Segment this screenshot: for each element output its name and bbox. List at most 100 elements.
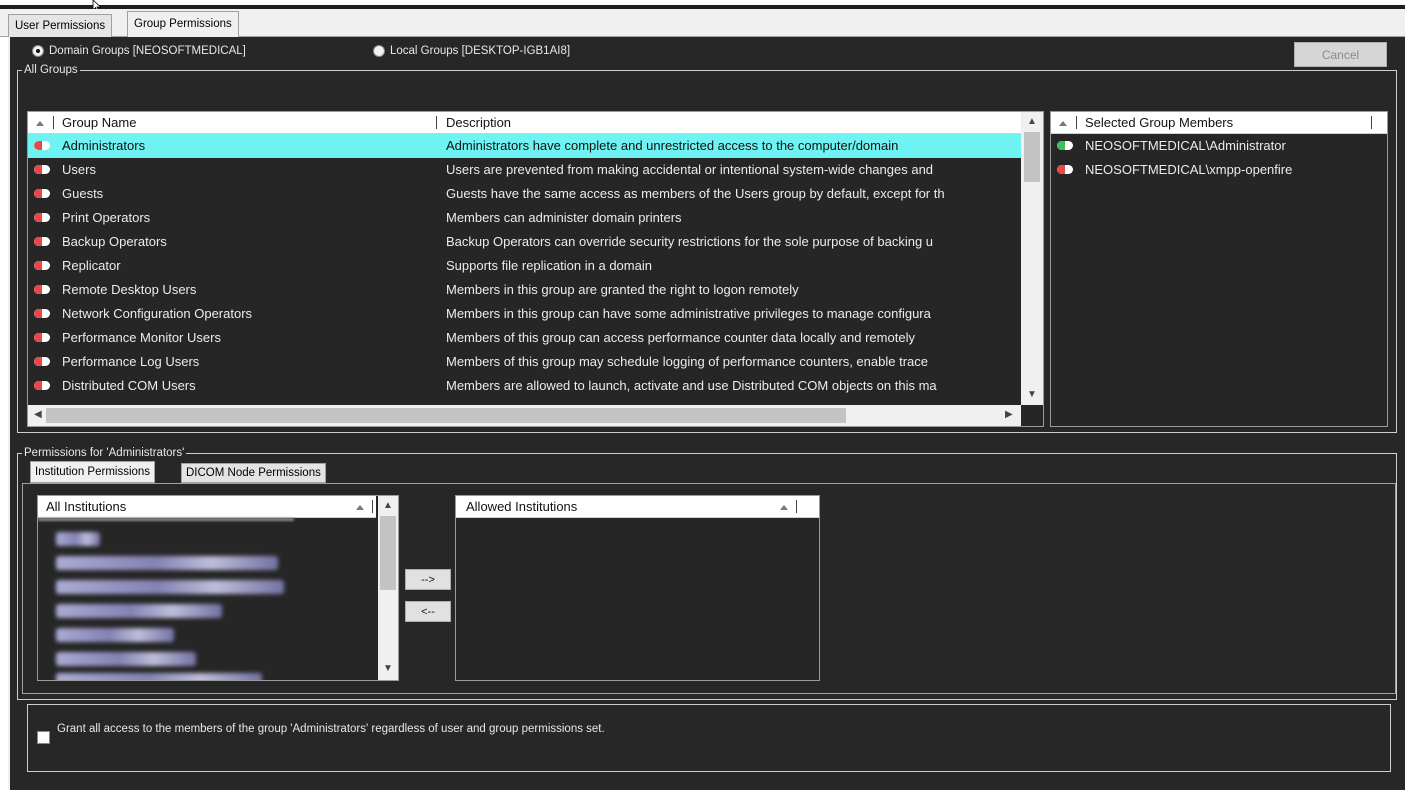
scroll-thumb[interactable] <box>380 516 396 590</box>
tab-dicom-node-permissions[interactable]: DICOM Node Permissions <box>181 463 326 483</box>
sort-up-icon <box>356 505 364 510</box>
all-groups-legend: All Groups <box>22 63 80 77</box>
group-name: Network Configuration Operators <box>62 306 253 321</box>
institution-item-redacted[interactable] <box>56 652 196 666</box>
institution-item-redacted[interactable] <box>56 628 174 642</box>
group-row[interactable]: Users Users are prevented from making acc… <box>28 158 1021 182</box>
grant-all-access-checkbox[interactable] <box>37 731 50 744</box>
tab-user-permissions[interactable]: User Permissions <box>8 14 113 37</box>
local-groups-radio[interactable]: Local Groups [DESKTOP-IGB1AI8] <box>373 45 570 57</box>
group-description: Members in this group can have some admi… <box>446 306 931 321</box>
group-status-icon <box>34 357 50 366</box>
group-description: Members are allowed to launch, activate … <box>446 378 937 393</box>
institution-item-redacted[interactable] <box>56 556 278 570</box>
group-status-icon <box>34 285 50 294</box>
column-all-institutions[interactable]: All Institutions <box>46 496 126 518</box>
group-row[interactable]: Administrators Administrators have comple… <box>28 134 1021 158</box>
scroll-up-icon[interactable]: ▲ <box>383 501 393 511</box>
group-status-icon <box>34 141 50 150</box>
sort-up-icon <box>780 505 788 510</box>
group-description: Backup Operators can override security r… <box>446 234 934 249</box>
group-list-vscroll[interactable]: ▲ ▼ <box>1021 112 1043 405</box>
group-name: Distributed COM Users <box>62 378 196 393</box>
scroll-left-icon[interactable]: ◀ <box>34 410 42 420</box>
allowed-institutions-header: Allowed Institutions <box>456 496 819 518</box>
permissions-legend: Permissions for 'Administrators' <box>22 446 187 460</box>
group-status-icon <box>34 237 50 246</box>
member-status-green-icon <box>1057 141 1073 150</box>
cancel-button[interactable]: Cancel <box>1294 42 1387 67</box>
all-institutions-list[interactable]: All Institutions ▲ ▼ <box>37 495 399 681</box>
member-status-red-icon <box>1057 165 1073 174</box>
sort-up-icon <box>36 121 44 126</box>
add-institution-button[interactable]: --> <box>405 569 451 590</box>
radio-selected-icon <box>32 45 44 57</box>
group-description: Members can administer domain printers <box>446 210 682 225</box>
scroll-down-icon[interactable]: ▼ <box>383 664 393 674</box>
scroll-down-icon[interactable]: ▼ <box>1027 390 1037 400</box>
all-institutions-header: All Institutions <box>38 496 376 518</box>
tab-institution-permissions[interactable]: Institution Permissions <box>30 461 156 483</box>
group-list-header: Group Name Description <box>28 112 1043 134</box>
group-description: Users are prevented from making accident… <box>446 162 934 177</box>
sort-up-icon <box>1059 121 1067 126</box>
group-name: Backup Operators <box>62 234 167 249</box>
grant-access-group <box>27 704 1391 772</box>
grant-all-access-label: Grant all access to the members of the g… <box>57 723 605 735</box>
institutions-vscroll[interactable]: ▲ ▼ <box>378 496 398 680</box>
group-name: Users <box>62 162 96 177</box>
institution-item-redacted[interactable] <box>56 532 100 546</box>
group-description: Guests have the same access as members o… <box>446 186 945 201</box>
group-row[interactable]: Distributed COM Users Members are allowed… <box>28 374 1021 398</box>
group-status-icon <box>34 309 50 318</box>
group-list[interactable]: Group Name Description Administrators Adm… <box>27 111 1044 427</box>
members-header: Selected Group Members <box>1051 112 1387 134</box>
scroll-right-icon[interactable]: ▶ <box>1005 410 1013 420</box>
group-row[interactable]: Replicator Supports file replication in a… <box>28 254 1021 278</box>
selected-members-list[interactable]: Selected Group Members NEOSOFTMEDICAL\Ad… <box>1050 111 1388 427</box>
group-description: Supports file replication in a domain <box>446 258 652 273</box>
group-name: Performance Log Users <box>62 354 200 369</box>
group-name: Replicator <box>62 258 121 273</box>
institution-item-redacted[interactable] <box>56 673 262 680</box>
group-list-hscroll[interactable]: ◀ ▶ <box>28 405 1021 426</box>
scroll-thumb[interactable] <box>1024 132 1040 182</box>
group-name: Guests <box>62 186 104 201</box>
hscroll-thumb[interactable] <box>46 408 846 423</box>
group-description: Members of this group can access perform… <box>446 330 915 345</box>
group-description: Administrators have complete and unrestr… <box>446 138 899 153</box>
group-row[interactable]: Performance Log Users Members of this gro… <box>28 350 1021 374</box>
group-description: Members in this group are granted the ri… <box>446 282 799 297</box>
column-description[interactable]: Description <box>446 112 511 134</box>
group-status-icon <box>34 261 50 270</box>
group-name: Performance Monitor Users <box>62 330 221 345</box>
group-row[interactable]: Print Operators Members can administer do… <box>28 206 1021 230</box>
member-row[interactable]: NEOSOFTMEDICAL\Administrator <box>1051 134 1387 158</box>
column-selected-members[interactable]: Selected Group Members <box>1085 112 1233 134</box>
tab-group-permissions[interactable]: Group Permissions <box>127 11 239 38</box>
group-status-icon <box>34 381 50 390</box>
main-tab-bar: User Permissions Group Permissions <box>0 9 1405 38</box>
group-row[interactable]: Performance Monitor Users Members of this… <box>28 326 1021 350</box>
scroll-up-icon[interactable]: ▲ <box>1027 117 1037 127</box>
group-row[interactable]: Guests Guests have the same access as mem… <box>28 182 1021 206</box>
group-row[interactable]: Remote Desktop Users Members in this grou… <box>28 278 1021 302</box>
member-row[interactable]: NEOSOFTMEDICAL\xmpp-openfire <box>1051 158 1387 182</box>
allowed-institutions-list[interactable]: Allowed Institutions <box>455 495 820 681</box>
group-name: Remote Desktop Users <box>62 282 197 297</box>
group-status-icon <box>34 213 50 222</box>
group-row[interactable]: Backup Operators Backup Operators can ove… <box>28 230 1021 254</box>
domain-groups-radio[interactable]: Domain Groups [NEOSOFTMEDICAL] <box>32 45 246 57</box>
local-groups-label: Local Groups [DESKTOP-IGB1AI8] <box>390 45 571 57</box>
group-name: Administrators <box>62 138 146 153</box>
column-allowed-institutions[interactable]: Allowed Institutions <box>466 496 577 518</box>
radio-unselected-icon <box>373 45 385 57</box>
group-row[interactable]: Network Configuration Operators Members i… <box>28 302 1021 326</box>
group-name: Print Operators <box>62 210 151 225</box>
group-description: Members of this group may schedule loggi… <box>446 354 928 369</box>
remove-institution-button[interactable]: <-- <box>405 601 451 622</box>
institution-item-redacted[interactable] <box>56 604 222 618</box>
group-status-icon <box>34 333 50 342</box>
institution-item-redacted[interactable] <box>56 580 284 594</box>
column-group-name[interactable]: Group Name <box>62 112 136 134</box>
